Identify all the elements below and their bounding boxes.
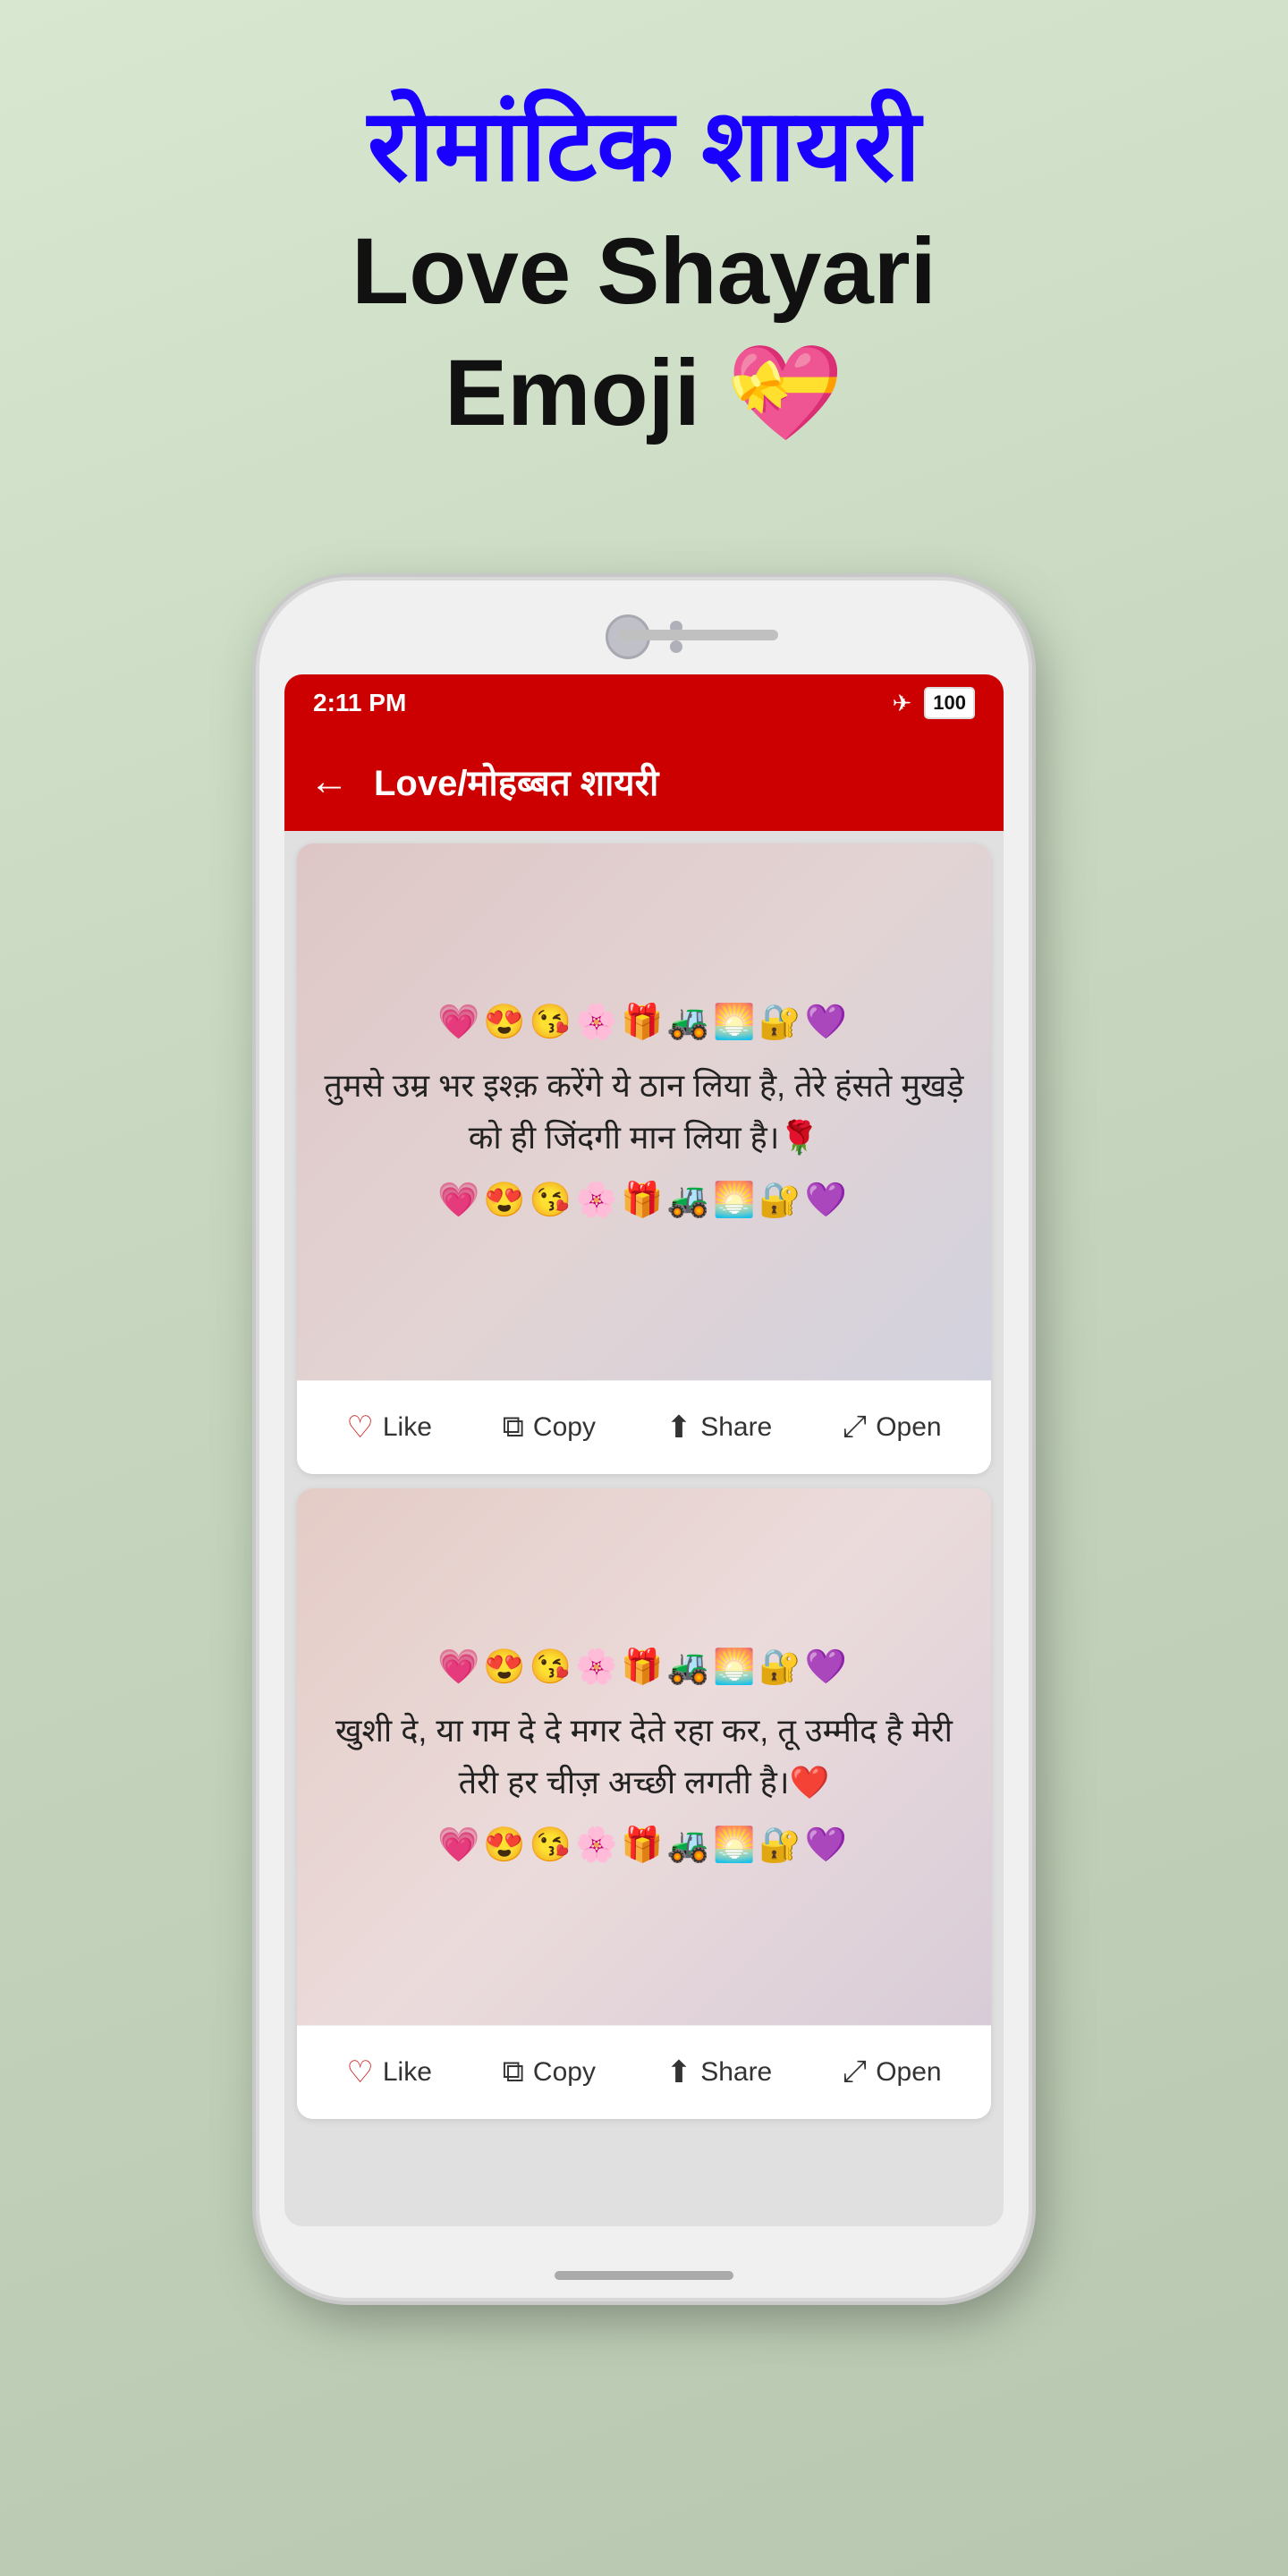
screen-content: 2:11 PM ✈ 100 ← Love/मोहब्बत शायरी xyxy=(284,674,1004,2226)
love-shayari-title: Love Shayari xyxy=(352,211,936,334)
card-1-share-label: Share xyxy=(700,1412,772,1443)
app-title-area: रोमांटिक शायरी Love Shayari Emoji 💝 xyxy=(352,80,936,455)
shayari-card-1: 💗😍😘🌸🎁🚜🌅🔐💜 तुमसे उम्र भर इश्क़ करेंगे ये … xyxy=(297,843,991,1474)
card-2-emojis-bottom: 💗😍😘🌸🎁🚜🌅🔐💜 xyxy=(437,1826,851,1865)
card-1-open-label: Open xyxy=(876,1412,941,1443)
status-bar: 2:11 PM ✈ 100 xyxy=(284,674,1004,733)
card-2-copy-icon: ⧉ xyxy=(503,2055,524,2089)
card-2-like-icon: ♡ xyxy=(346,2055,373,2090)
phone-mockup: 2:11 PM ✈ 100 ← Love/मोहब्बत शायरी xyxy=(259,580,1029,2298)
phone-speaker xyxy=(617,630,778,640)
card-2-emojis-top: 💗😍😘🌸🎁🚜🌅🔐💜 xyxy=(437,1648,851,1687)
card-1-copy-label: Copy xyxy=(533,1412,596,1443)
card-1-action-bar: ♡ Like ⧉ Copy ⬆ Share xyxy=(297,1380,991,1474)
card-2-share-button[interactable]: ⬆ Share xyxy=(652,2046,787,2099)
phone-screen: 2:11 PM ✈ 100 ← Love/मोहब्बत शायरी xyxy=(284,674,1004,2226)
card-1-text: तुमसे उम्र भर इश्क़ करेंगे ये ठान लिया ह… xyxy=(324,1060,964,1163)
card-2-share-label: Share xyxy=(700,2057,772,2088)
card-1-like-label: Like xyxy=(383,1412,432,1443)
back-button[interactable]: ← xyxy=(309,759,349,804)
card-1-open-icon: ⤢ xyxy=(843,1410,867,1445)
status-time: 2:11 PM xyxy=(313,689,406,717)
card-1-share-button[interactable]: ⬆ Share xyxy=(652,1401,787,1454)
battery-indicator: 100 xyxy=(924,687,975,719)
app-header-title: Love/मोहब्बत शायरी xyxy=(374,757,658,806)
card-2-copy-label: Copy xyxy=(533,2057,596,2088)
airplane-icon: ✈ xyxy=(892,690,911,717)
card-2-open-label: Open xyxy=(876,2057,941,2088)
emoji-title: Emoji 💝 xyxy=(352,333,936,455)
phone-dot-2 xyxy=(670,640,682,653)
card-1-open-button[interactable]: ⤢ Open xyxy=(828,1401,956,1453)
phone-shell: 2:11 PM ✈ 100 ← Love/मोहब्बत शायरी xyxy=(259,580,1029,2298)
card-2-open-icon: ⤢ xyxy=(843,2055,867,2089)
status-icons: ✈ 100 xyxy=(892,687,975,719)
card-2-share-icon: ⬆ xyxy=(666,2055,692,2090)
card-1-emojis-top: 💗😍😘🌸🎁🚜🌅🔐💜 xyxy=(437,1003,851,1042)
card-1-like-button[interactable]: ♡ Like xyxy=(332,1401,446,1454)
cards-scroll-area: 💗😍😘🌸🎁🚜🌅🔐💜 तुमसे उम्र भर इश्क़ करेंगे ये … xyxy=(284,831,1004,2226)
app-header: ← Love/मोहब्बत शायरी xyxy=(284,733,1004,831)
shayari-card-2: 💗😍😘🌸🎁🚜🌅🔐💜 खुशी दे, या गम दे दे मगर देते … xyxy=(297,1488,991,2119)
card-2-action-bar: ♡ Like ⧉ Copy ⬆ Share xyxy=(297,2025,991,2119)
card-1-copy-button[interactable]: ⧉ Copy xyxy=(488,1401,610,1453)
card-1-emojis-bottom: 💗😍😘🌸🎁🚜🌅🔐💜 xyxy=(437,1181,851,1220)
card-2-open-button[interactable]: ⤢ Open xyxy=(828,2046,956,2098)
card-2-copy-button[interactable]: ⧉ Copy xyxy=(488,2046,610,2098)
card-1-like-icon: ♡ xyxy=(346,1410,373,1445)
card-1-share-icon: ⬆ xyxy=(666,1410,692,1445)
card-2-image-area: 💗😍😘🌸🎁🚜🌅🔐💜 खुशी दे, या गम दे दे मगर देते … xyxy=(297,1488,991,2025)
card-2-like-button[interactable]: ♡ Like xyxy=(332,2046,446,2099)
card-2-text: खुशी दे, या गम दे दे मगर देते रहा कर, तू… xyxy=(324,1705,964,1808)
card-2-like-label: Like xyxy=(383,2057,432,2088)
hindi-title: रोमांटिक शायरी xyxy=(352,80,936,211)
card-1-image-area: 💗😍😘🌸🎁🚜🌅🔐💜 तुमसे उम्र भर इश्क़ करेंगे ये … xyxy=(297,843,991,1380)
phone-home-indicator xyxy=(555,2271,733,2280)
card-1-copy-icon: ⧉ xyxy=(503,1410,524,1445)
